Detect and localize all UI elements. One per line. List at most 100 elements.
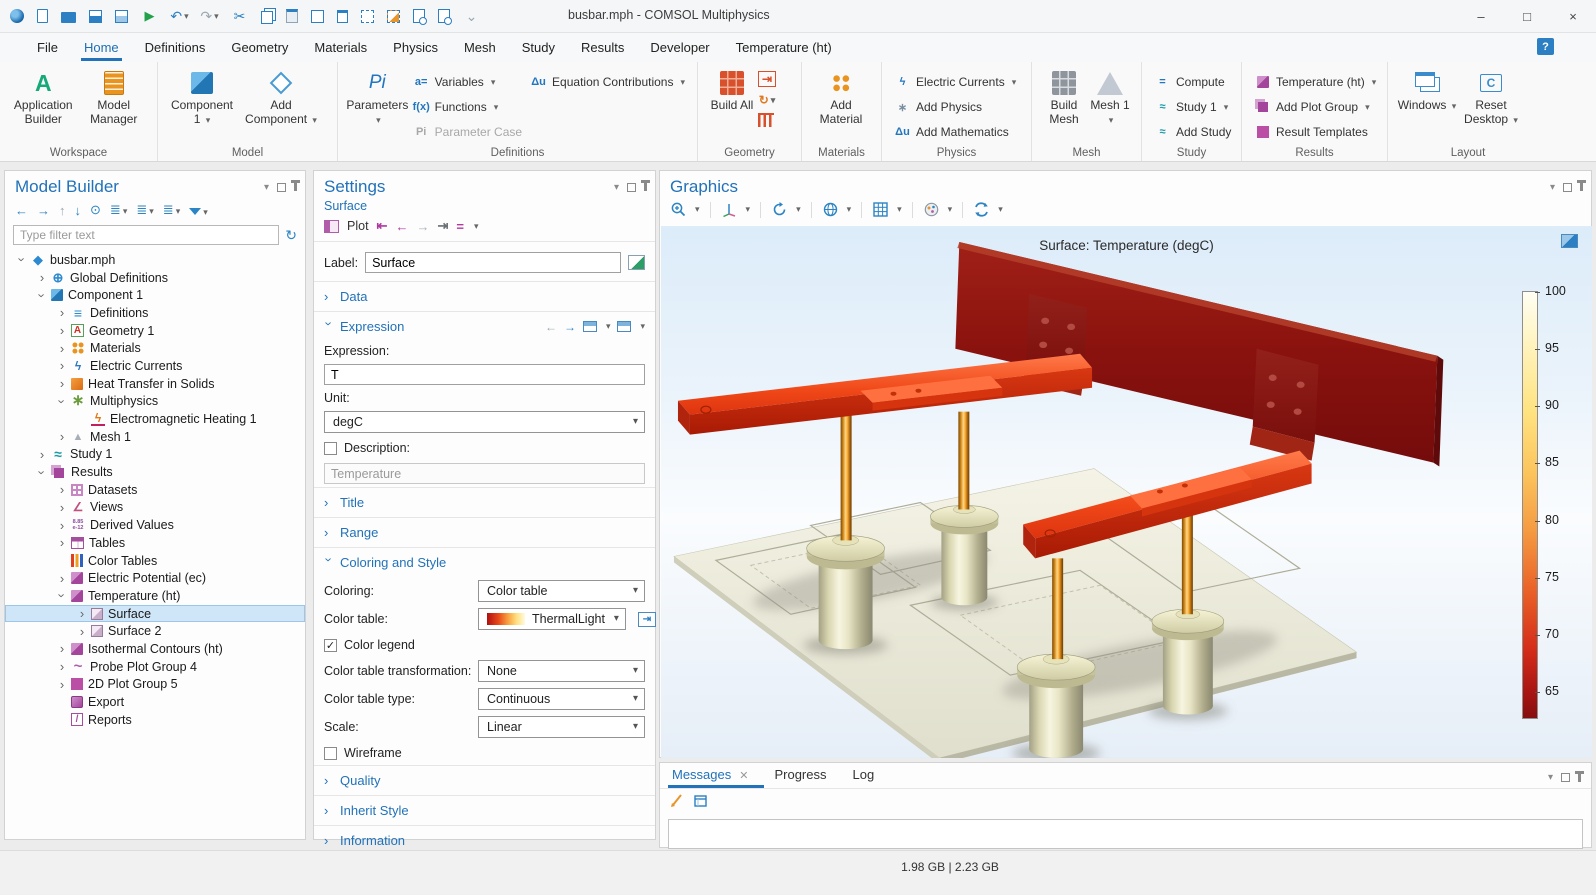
build-mesh-button[interactable]: Build Mesh [1040,68,1088,127]
compute-button[interactable]: =Compute [1150,71,1235,93]
menu-tab[interactable]: Mesh [451,36,509,59]
tree-expander-icon[interactable] [75,606,89,621]
tree-item[interactable]: Datasets [5,481,305,499]
add-study-button[interactable]: ≈Add Study [1150,121,1235,143]
minimize-button[interactable]: – [1458,0,1504,33]
duplicate-icon[interactable] [311,10,324,23]
tree-expander-icon[interactable] [55,394,69,409]
tree-item[interactable]: 2D Plot Group 5 [5,676,305,694]
menu-tab[interactable]: Temperature (ht) [723,36,845,59]
open-color-table-icon[interactable]: ⇥ [638,612,656,627]
tree-expander-icon[interactable] [55,323,69,338]
customize-toolbar-icon[interactable]: ⌄ [463,8,480,25]
tree-filter-input[interactable] [13,225,279,245]
select-box-icon[interactable] [361,10,374,23]
section-range[interactable]: ›Range [314,517,655,547]
application-builder-button[interactable]: Application Builder [8,68,79,127]
tree-expander-icon[interactable] [55,677,69,692]
select-pen-icon[interactable] [387,10,400,23]
copy-messages-icon[interactable] [693,793,708,813]
refresh-filter-icon[interactable]: ↻ [285,227,297,244]
tab-progress[interactable]: Progress [774,767,826,788]
rename-icon[interactable] [628,255,645,270]
tree-item[interactable]: Tables [5,534,305,552]
tree-item[interactable]: Electric Currents [5,357,305,375]
wireframe-checkbox[interactable] [324,747,337,760]
rotate-icon[interactable] [771,201,788,218]
unit-select[interactable]: degC [324,411,645,433]
section-data[interactable]: ›Data [314,281,655,311]
menu-tab[interactable]: Definitions [132,36,219,59]
tree-item[interactable]: Component 1 [5,286,305,304]
tree-item[interactable]: Temperature (ht) [5,587,305,605]
close-tab-icon[interactable]: ✕ [739,770,748,782]
maximize-button[interactable]: □ [1504,0,1550,33]
collapse-all-icon[interactable]: ≣▾ [110,202,127,218]
plot-last-icon[interactable]: ⇥ [437,218,448,234]
view-orientation-icon[interactable] [721,201,738,218]
paste-icon[interactable] [286,9,298,23]
menu-tab[interactable]: Results [568,36,637,59]
tree-expander-icon[interactable] [55,358,69,373]
delete-icon[interactable] [337,10,348,23]
parameter-case-button[interactable]: PiParameter Case [409,121,526,143]
tree-item[interactable]: Mesh 1 [5,428,305,446]
tree-item[interactable]: Geometry 1 [5,322,305,340]
menu-tab[interactable]: Developer [637,36,722,59]
plot-window-icon[interactable] [1561,234,1578,248]
model-tree-nodes-icon[interactable]: ≣▾ [163,202,180,218]
tree-expander-icon[interactable] [35,270,49,285]
tree-expander-icon[interactable] [55,659,69,674]
update-plot-icon[interactable] [973,201,990,218]
tree-item[interactable]: Reports [5,711,305,729]
tree-expander-icon[interactable] [15,252,29,267]
zoom-icon[interactable] [670,201,687,218]
tree-expander-icon[interactable] [55,376,69,391]
tree-item[interactable]: Color Tables [5,552,305,570]
tree-item[interactable]: Isothermal Contours (ht) [5,640,305,658]
filter-icon[interactable] [189,208,201,215]
study1-button[interactable]: ≈Study 1▾ [1150,96,1235,118]
menu-tab[interactable]: File [24,36,71,59]
equation-contributions-button[interactable]: ΔuEquation Contributions▾ [526,71,689,93]
forward-icon[interactable]: → [37,203,50,218]
coloring-select[interactable]: Color table [478,580,645,602]
result-templates-button[interactable]: Result Templates [1250,121,1380,143]
tree-item[interactable]: Export [5,693,305,711]
clear-messages-icon[interactable] [670,793,685,813]
expand-all-icon[interactable]: ≣▾ [136,202,153,218]
tree-item[interactable]: Multiphysics [5,393,305,411]
image-snapshot-icon[interactable] [923,201,940,218]
update-geometry-icon[interactable]: ↻▾ [758,92,776,108]
menu-tab[interactable]: Study [509,36,568,59]
mesh1-button[interactable]: Mesh 1 ▾ [1088,68,1132,127]
parameters-button[interactable]: Parameters▾ [346,68,409,127]
menu-tab[interactable]: Geometry [218,36,301,59]
tree-expander-icon[interactable] [35,288,49,303]
color-table-transformation-select[interactable]: None [478,660,645,682]
tree-expander-icon[interactable] [75,624,89,639]
plot-first-icon[interactable]: ⇤ [377,218,388,234]
float-panel-icon[interactable] [627,183,636,192]
tree-expander-icon[interactable] [55,641,69,656]
tree-item[interactable]: Probe Plot Group 4 [5,658,305,676]
new-file-icon[interactable] [37,9,48,23]
pin-panel-icon[interactable] [294,183,297,191]
tree-expander-icon[interactable] [55,429,69,444]
variables-button[interactable]: a=Variables▾ [409,71,526,93]
help-icon[interactable]: ? [1537,38,1554,55]
label-input[interactable] [365,252,621,273]
tree-expander-icon[interactable] [35,465,49,480]
panel-menu-icon[interactable]: ▾ [1548,772,1553,783]
pin-panel-icon[interactable] [644,183,647,191]
description-checkbox[interactable] [324,442,337,455]
add-physics-button[interactable]: ∗Add Physics [890,96,1020,118]
expr-next-icon[interactable]: → [564,320,576,334]
expression-input[interactable] [324,364,645,385]
scale-select[interactable]: Linear [478,716,645,738]
plot-previous-icon[interactable]: ← [395,219,408,234]
pin-panel-icon[interactable] [1580,183,1583,191]
section-title[interactable]: ›Title [314,487,655,517]
tree-expander-icon[interactable] [55,571,69,586]
tree-item[interactable]: Heat Transfer in Solids [5,375,305,393]
